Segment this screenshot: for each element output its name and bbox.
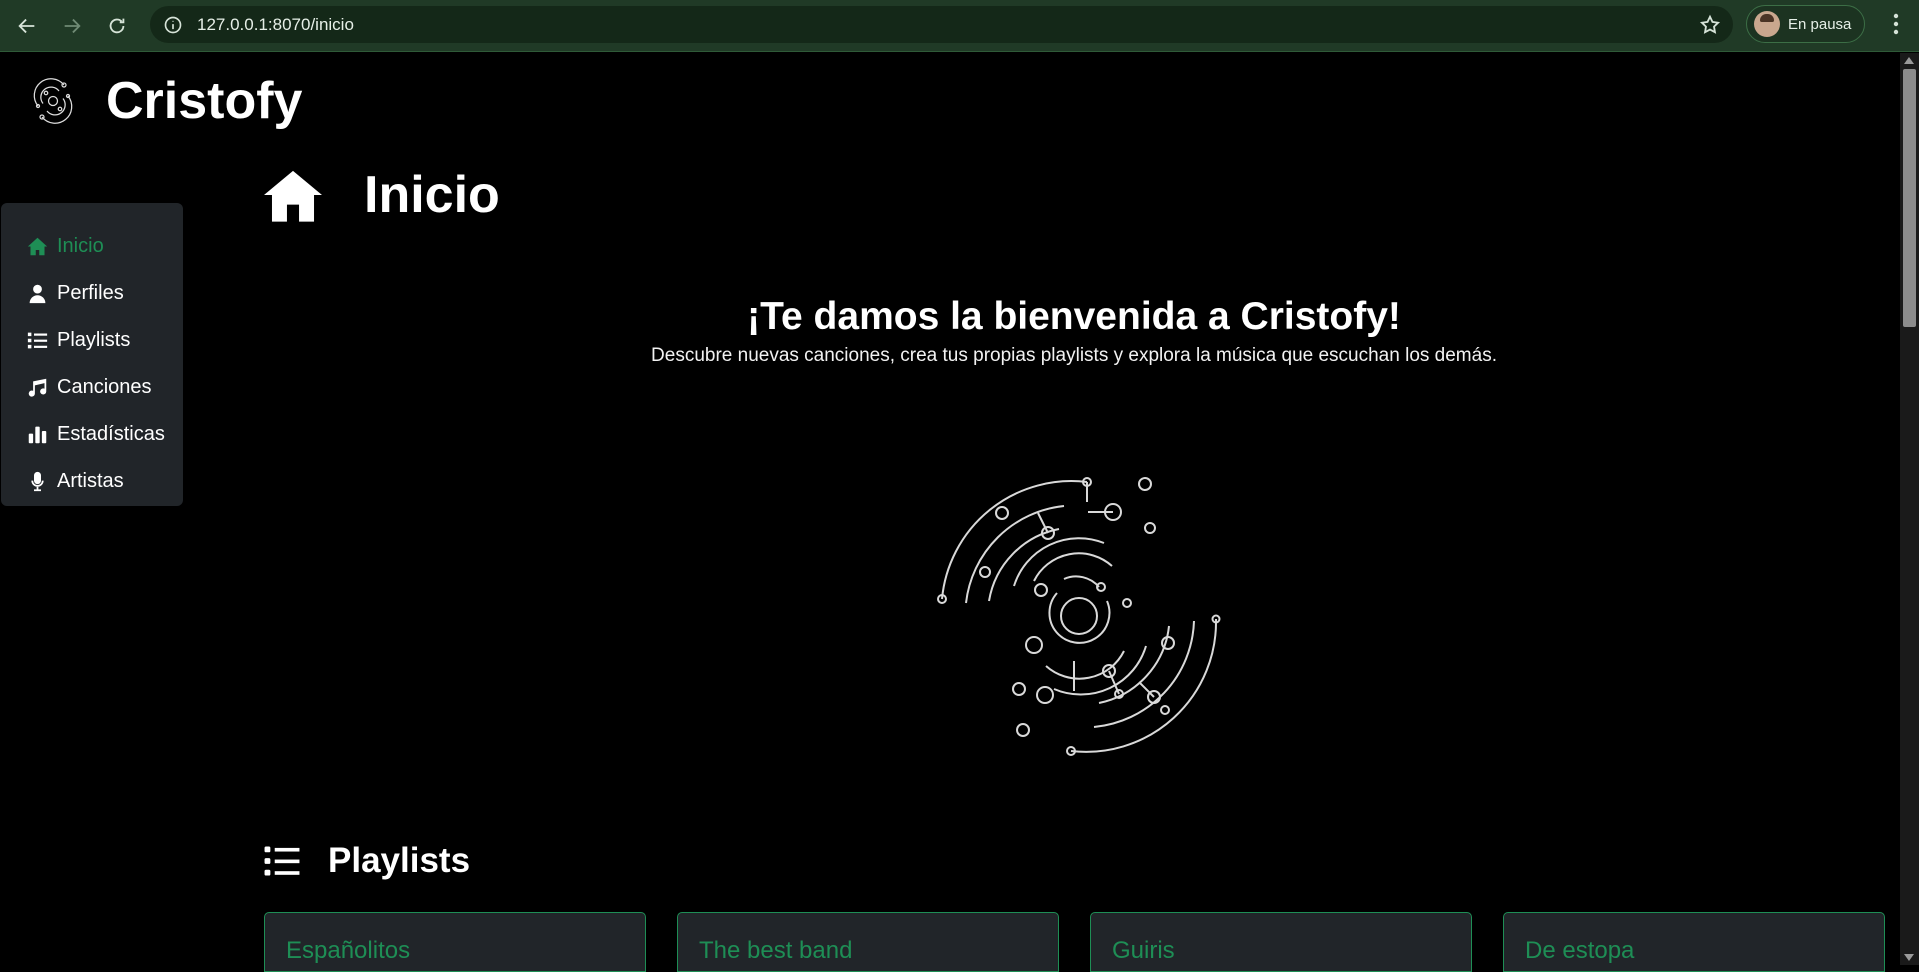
reload-button[interactable] (99, 8, 135, 44)
sidebar-item-artistas[interactable]: Artistas (1, 458, 183, 505)
sidebar-item-label: Inicio (57, 235, 104, 257)
browser-toolbar: 127.0.0.1:8070/inicio En pausa (0, 0, 1919, 52)
scroll-up-icon[interactable] (1904, 57, 1914, 64)
playlist-card[interactable]: Guiris (1090, 912, 1472, 972)
playlist-card-title[interactable]: De estopa (1525, 937, 1634, 965)
home-icon (27, 237, 48, 256)
playlist-card-title[interactable]: Españolitos (286, 937, 410, 965)
page-title: Inicio (264, 165, 500, 225)
sidebar-item-label: Estadísticas (57, 423, 165, 445)
sidebar-item-playlists[interactable]: Playlists (1, 317, 183, 364)
address-bar[interactable]: 127.0.0.1:8070/inicio (150, 6, 1733, 43)
info-icon[interactable] (163, 15, 183, 35)
playlist-card-title[interactable]: The best band (699, 937, 852, 965)
bar-chart-icon (28, 426, 47, 444)
kebab-icon[interactable] (1884, 10, 1908, 38)
profile-label: En pausa (1788, 15, 1852, 33)
page-title-text: Inicio (364, 166, 500, 224)
welcome-text: Descubre nuevas canciones, crea tus prop… (651, 345, 1497, 366)
back-button[interactable] (9, 8, 45, 44)
playlist-cards: Españolitos The best band Guiris De esto… (264, 912, 1885, 972)
list-icon (264, 846, 300, 876)
playlist-card[interactable]: The best band (677, 912, 1059, 972)
avatar (1754, 11, 1780, 37)
vertical-scrollbar[interactable] (1900, 53, 1919, 965)
sidebar-item-label: Canciones (57, 376, 152, 398)
music-note-icon (28, 378, 47, 397)
sidebar: Inicio Perfiles Playlists Canciones Esta… (1, 203, 183, 506)
reload-icon (109, 18, 125, 33)
microphone-icon (31, 471, 44, 492)
scrollbar-thumb[interactable] (1903, 69, 1916, 327)
app-name: Cristofy (106, 72, 303, 130)
home-icon (264, 170, 322, 222)
playlists-title-text: Playlists (328, 841, 471, 880)
sidebar-item-perfiles[interactable]: Perfiles (1, 270, 183, 317)
brand[interactable]: Cristofy (28, 71, 302, 131)
sidebar-item-label: Artistas (57, 470, 124, 492)
welcome-heading: ¡Te damos la bienvenida a Cristofy! (747, 295, 1401, 338)
playlist-card[interactable]: Españolitos (264, 912, 646, 972)
sidebar-item-canciones[interactable]: Canciones (1, 364, 183, 411)
playlists-section-title: Playlists (264, 841, 470, 881)
user-icon (29, 284, 46, 304)
page-content: Cristofy Inicio Perfiles Playlists Canci… (0, 53, 1900, 972)
playlist-card[interactable]: De estopa (1503, 912, 1885, 972)
forward-button[interactable] (54, 8, 90, 44)
profile-button[interactable]: En pausa (1746, 5, 1865, 43)
list-icon (27, 332, 48, 349)
cristofy-logo-icon (33, 78, 73, 124)
sidebar-item-label: Playlists (57, 329, 131, 351)
star-icon[interactable] (1699, 14, 1721, 36)
cristofy-hero-logo-icon (937, 477, 1221, 756)
sidebar-item-estadisticas[interactable]: Estadísticas (1, 411, 183, 458)
sidebar-item-label: Perfiles (57, 282, 124, 304)
playlist-card-title[interactable]: Guiris (1112, 937, 1175, 965)
sidebar-item-inicio[interactable]: Inicio (1, 223, 183, 270)
welcome-section: ¡Te damos la bienvenida a Cristofy! Desc… (264, 295, 1884, 367)
address-url[interactable]: 127.0.0.1:8070/inicio (197, 15, 354, 35)
back-icon (18, 18, 35, 33)
scroll-down-icon[interactable] (1904, 954, 1914, 961)
forward-icon (64, 18, 81, 33)
